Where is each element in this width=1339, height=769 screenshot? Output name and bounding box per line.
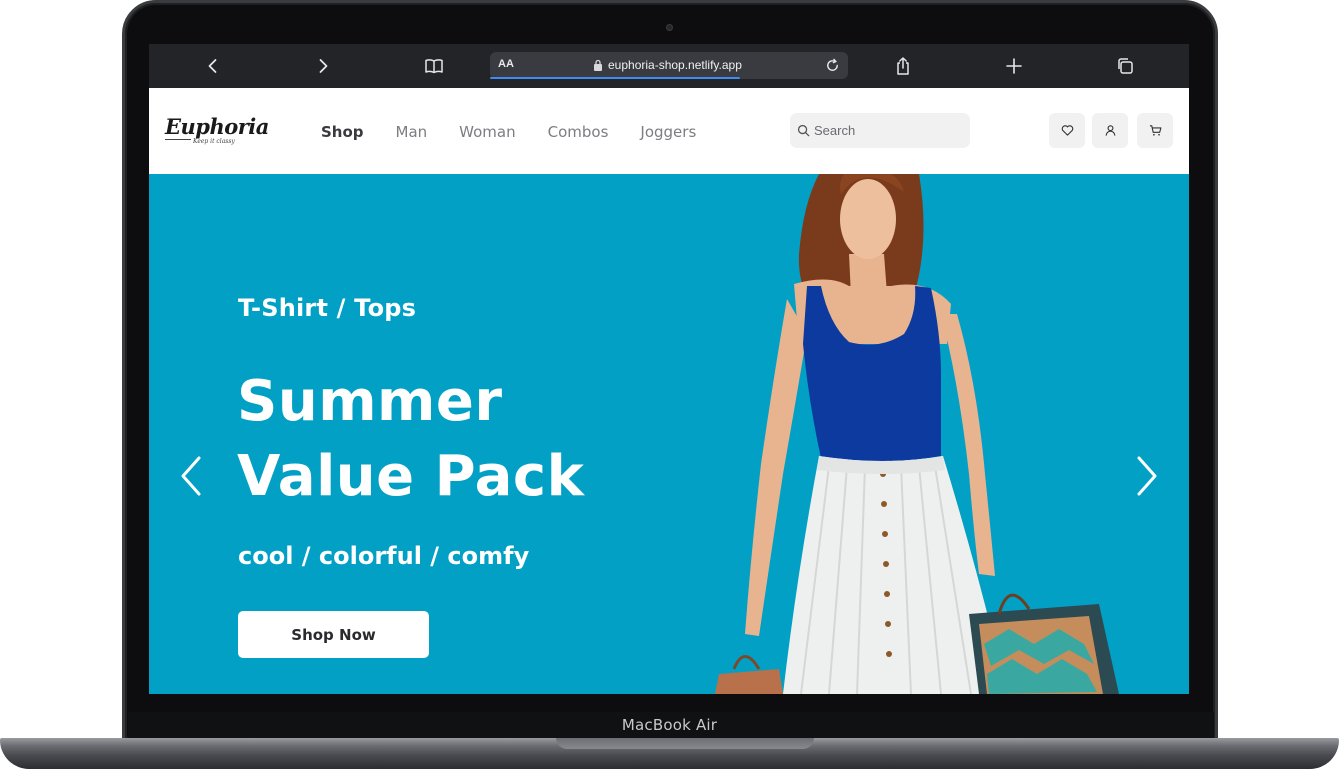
chevron-left-icon <box>181 456 201 496</box>
hero-model-image <box>715 174 1119 694</box>
new-tab-icon[interactable] <box>1003 55 1025 77</box>
logo-underline <box>165 139 191 140</box>
nav-item-joggers[interactable]: Joggers <box>640 123 696 141</box>
page-load-progress <box>490 77 740 79</box>
back-icon[interactable] <box>202 55 224 77</box>
hero-title: Summer Value Pack <box>237 369 585 509</box>
heart-icon <box>1061 125 1073 136</box>
bookmarks-icon[interactable] <box>423 55 445 77</box>
browser-toolbar: AA euphoria-shop.netlify.app <box>149 44 1189 88</box>
search-input[interactable] <box>814 113 964 148</box>
logo-name: Euphoria <box>165 114 269 139</box>
search-box <box>790 113 970 148</box>
nav-item-man[interactable]: Man <box>396 123 428 141</box>
lock-icon <box>594 59 602 71</box>
text-size-button[interactable]: AA <box>498 58 514 70</box>
shop-now-button[interactable]: Shop Now <box>238 611 429 658</box>
reload-icon[interactable] <box>824 57 841 74</box>
laptop-hinge-notch <box>556 738 814 749</box>
hero-tagline: cool / colorful / comfy <box>238 542 530 570</box>
wishlist-button[interactable] <box>1049 113 1085 148</box>
nav-item-combos[interactable]: Combos <box>548 123 609 141</box>
account-button[interactable] <box>1092 113 1128 148</box>
address-bar[interactable]: AA euphoria-shop.netlify.app <box>490 52 848 79</box>
nav-item-woman[interactable]: Woman <box>459 123 515 141</box>
hero-subtitle: T-Shirt / Tops <box>238 294 417 322</box>
nav-item-shop[interactable]: Shop <box>321 123 364 141</box>
user-icon <box>1105 125 1115 136</box>
share-icon[interactable] <box>892 55 914 77</box>
carousel-next-button[interactable] <box>1131 454 1161 498</box>
forward-icon[interactable] <box>312 55 334 77</box>
search-icon <box>797 124 810 137</box>
cart-button[interactable] <box>1137 113 1173 148</box>
site-logo[interactable]: Euphoria Keep it classy <box>165 114 269 150</box>
tabs-icon[interactable] <box>1114 55 1136 77</box>
hero-banner: T-Shirt / Tops Summer Value Pack cool / … <box>149 174 1189 694</box>
main-nav: Shop Man Woman Combos Joggers <box>321 123 696 141</box>
carousel-prev-button[interactable] <box>177 454 207 498</box>
cart-icon <box>1149 125 1161 136</box>
logo-tagline: Keep it classy <box>193 138 235 145</box>
camera-icon <box>666 24 673 31</box>
chevron-right-icon <box>1137 456 1157 496</box>
screen: AA euphoria-shop.netlify.app Euphoria Ke… <box>149 44 1189 694</box>
site-header: Euphoria Keep it classy Shop Man Woman C… <box>149 88 1189 174</box>
device-model-label: MacBook Air <box>621 716 718 734</box>
url-text[interactable]: euphoria-shop.netlify.app <box>608 58 742 72</box>
